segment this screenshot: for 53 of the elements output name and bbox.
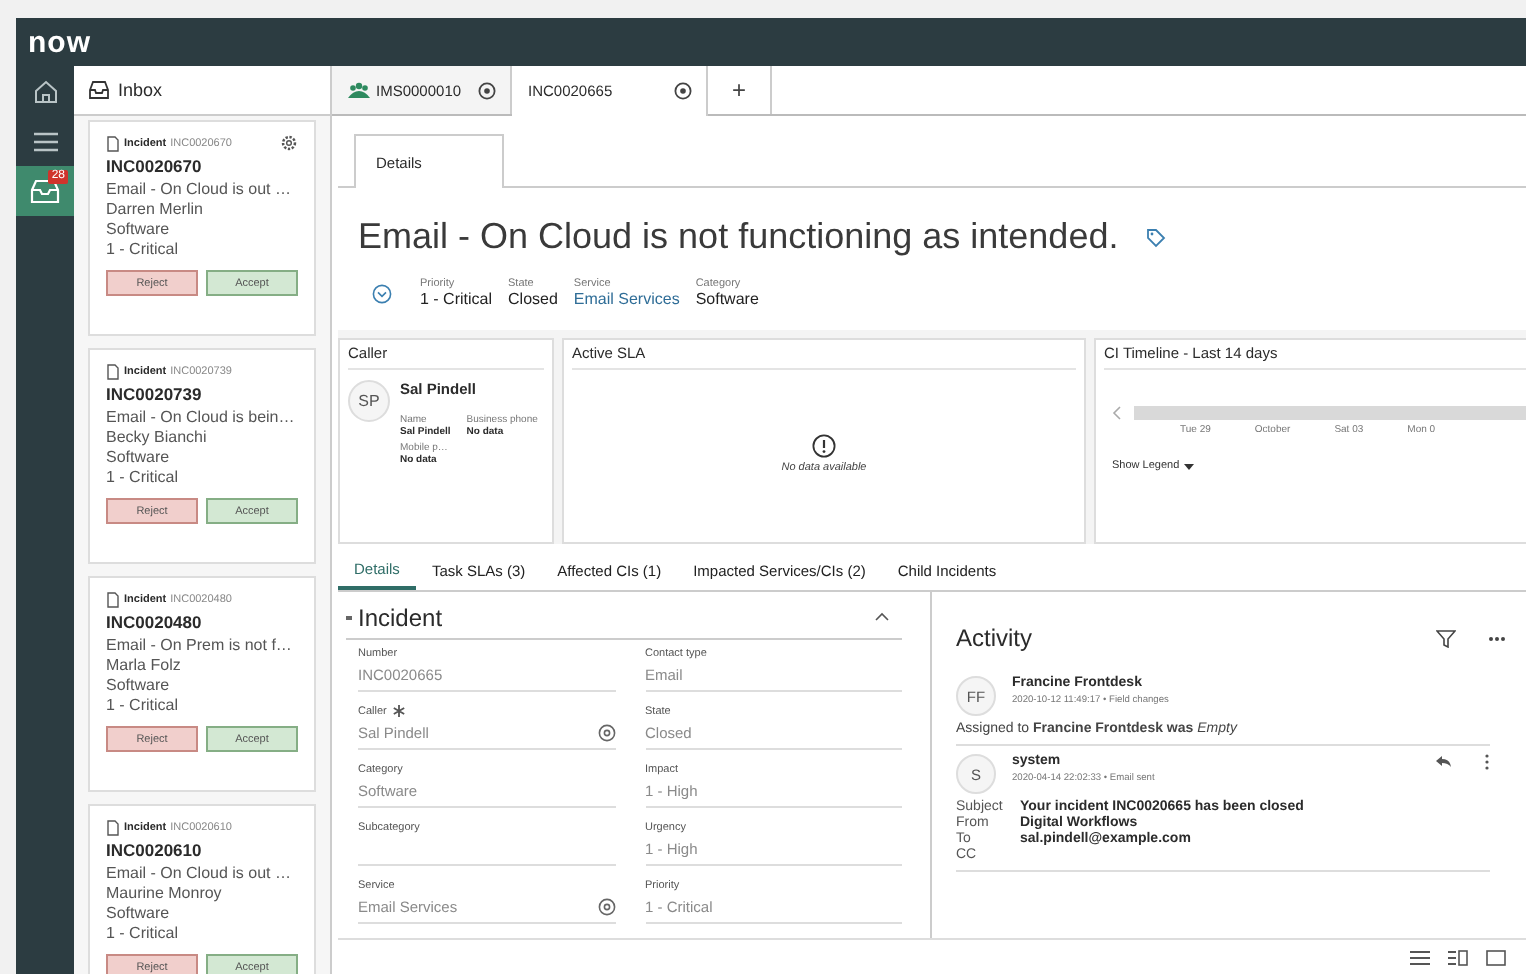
incident-category: Software: [106, 676, 172, 696]
settings-icon[interactable]: [280, 134, 298, 152]
incident-priority: 1 - Critical: [106, 240, 181, 260]
logo[interactable]: now: [28, 25, 91, 59]
document-icon: [106, 135, 120, 151]
reply-icon[interactable]: [1434, 754, 1452, 768]
home-icon: [31, 77, 59, 105]
incident-priority: 1 - Critical: [106, 924, 181, 944]
alert-icon: [812, 434, 836, 458]
single-view-icon[interactable]: [1486, 949, 1506, 965]
incident-title: Email - On Cloud is bein…: [106, 408, 297, 428]
incident-number: INC0020670: [106, 156, 204, 176]
record-title: Email - On Cloud is not functioning as intended.: [358, 216, 1119, 258]
document-icon: [106, 363, 120, 379]
more-icon[interactable]: [1488, 635, 1506, 641]
incident-priority: 1 - Critical: [106, 696, 181, 716]
caller-name: Becky Bianchi: [106, 428, 209, 448]
document-icon: [106, 819, 120, 835]
incident-number: INC0020480: [106, 612, 204, 632]
section-title: Incident: [358, 603, 443, 631]
meta-value: 1 - Critical: [420, 290, 493, 308]
incident-category: Software: [106, 448, 172, 468]
list-icon: [31, 129, 59, 153]
inbox-icon: [30, 178, 60, 204]
chevron-circle-icon[interactable]: [372, 284, 392, 304]
incident-number: INC0020610: [106, 840, 204, 860]
inbox-title: Inbox: [118, 80, 163, 100]
incident-priority: 1 - Critical: [106, 468, 181, 488]
caller-name: Maurine Monroy: [106, 884, 224, 904]
caret-icon: [1183, 463, 1194, 469]
filter-icon[interactable]: [1436, 629, 1456, 647]
incident-number: INC0020739: [106, 384, 204, 404]
caller-name: Marla Folz: [106, 656, 183, 676]
avatar: SP: [348, 380, 390, 422]
activity-title: Activity: [956, 624, 1035, 652]
collapse-icon[interactable]: [874, 612, 890, 622]
incident-category: Software: [106, 904, 172, 924]
list-view-icon[interactable]: [1410, 949, 1430, 965]
incident-title: Email - On Cloud is out …: [106, 864, 293, 884]
incident-title: Email - On Cloud is out …: [106, 180, 293, 200]
inbox-icon: [88, 80, 110, 100]
document-icon: [106, 591, 120, 607]
drag-handle-icon[interactable]: [346, 615, 352, 619]
more-icon[interactable]: [1484, 754, 1490, 770]
incident-title: Email - On Prem is not f…: [106, 636, 294, 656]
meta-value: Closed: [508, 290, 558, 308]
caller-name: Darren Merlin: [106, 200, 205, 220]
incident-category: Software: [106, 220, 172, 240]
people-icon: [348, 82, 370, 98]
meta-value: Software: [695, 290, 759, 308]
split-view-icon[interactable]: [1448, 949, 1468, 965]
tag-icon[interactable]: [1146, 227, 1167, 247]
meta-link[interactable]: Email Services: [573, 290, 680, 308]
